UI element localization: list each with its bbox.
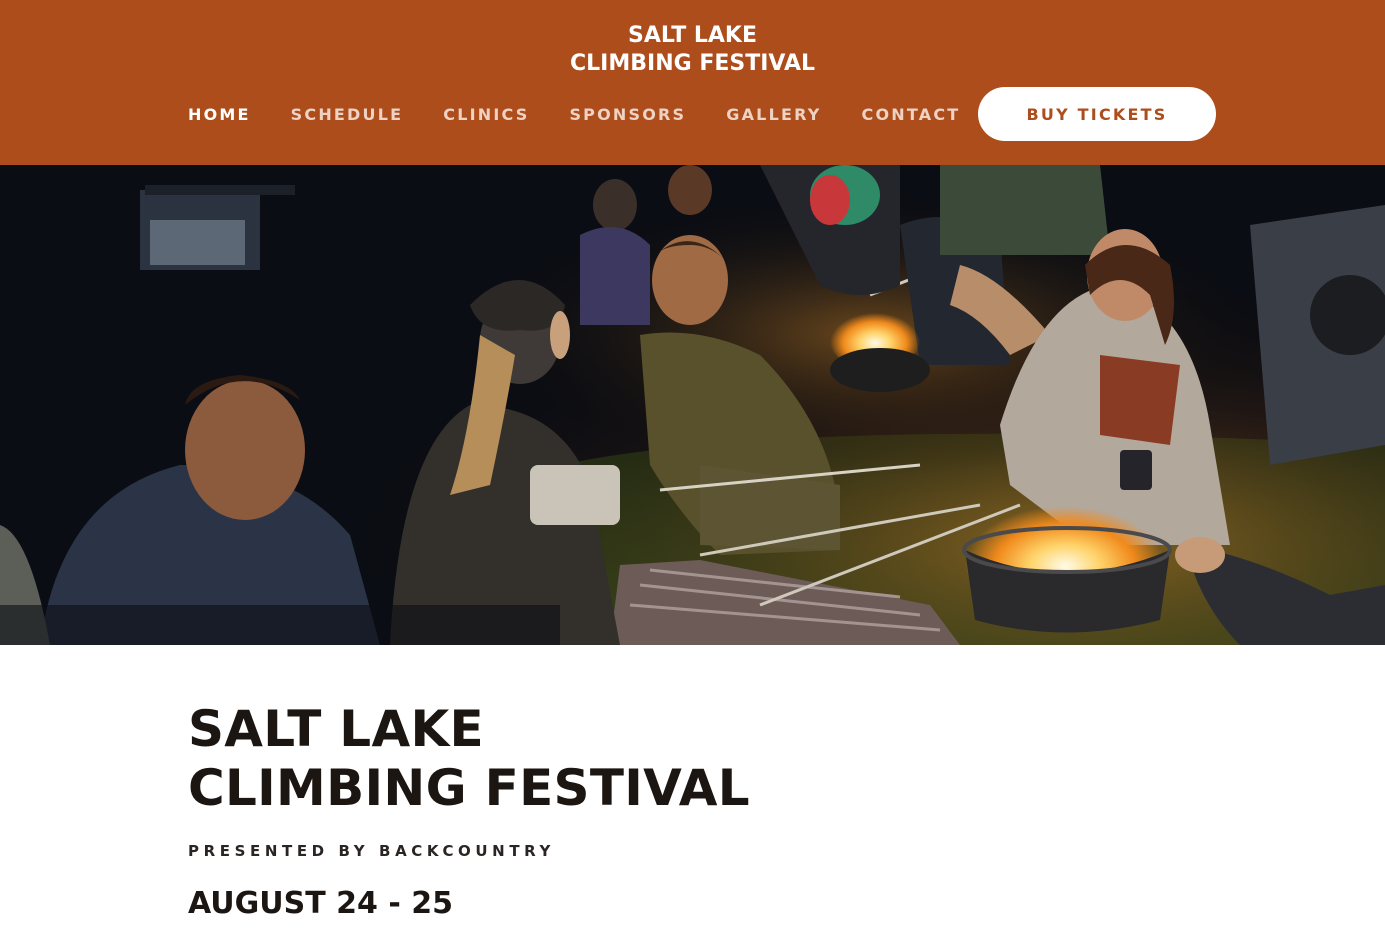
page-title-line-1: SALT LAKE [188, 700, 484, 758]
site-logo-title[interactable]: SALT LAKE CLIMBING FESTIVAL [0, 22, 1385, 78]
site-title-line-1[interactable]: SALT LAKE [0, 22, 1385, 50]
campfire-photo-illustration [0, 165, 1385, 645]
page-title: SALT LAKE CLIMBING FESTIVAL [188, 700, 1188, 818]
nav-home[interactable]: HOME [188, 105, 251, 124]
buy-tickets-button[interactable]: BUY TICKETS [978, 87, 1216, 141]
main-nav: HOME SCHEDULE CLINICS SPONSORS GALLERY C… [188, 87, 1000, 141]
nav-clinics[interactable]: CLINICS [443, 105, 529, 124]
page-title-line-2: CLIMBING FESTIVAL [188, 759, 750, 817]
site-header: SALT LAKE CLIMBING FESTIVAL HOME SCHEDUL… [0, 0, 1385, 165]
site-title-line-2[interactable]: CLIMBING FESTIVAL [0, 50, 1385, 78]
nav-gallery[interactable]: GALLERY [726, 105, 821, 124]
event-dates: AUGUST 24 - 25 [188, 886, 453, 921]
hero-text-block: SALT LAKE CLIMBING FESTIVAL PRESENTED BY… [188, 700, 1188, 921]
presented-by-text: PRESENTED BY BACKCOUNTRY [188, 842, 555, 860]
nav-contact[interactable]: CONTACT [862, 105, 961, 124]
nav-sponsors[interactable]: SPONSORS [569, 105, 686, 124]
hero-image [0, 165, 1385, 645]
nav-schedule[interactable]: SCHEDULE [291, 105, 404, 124]
